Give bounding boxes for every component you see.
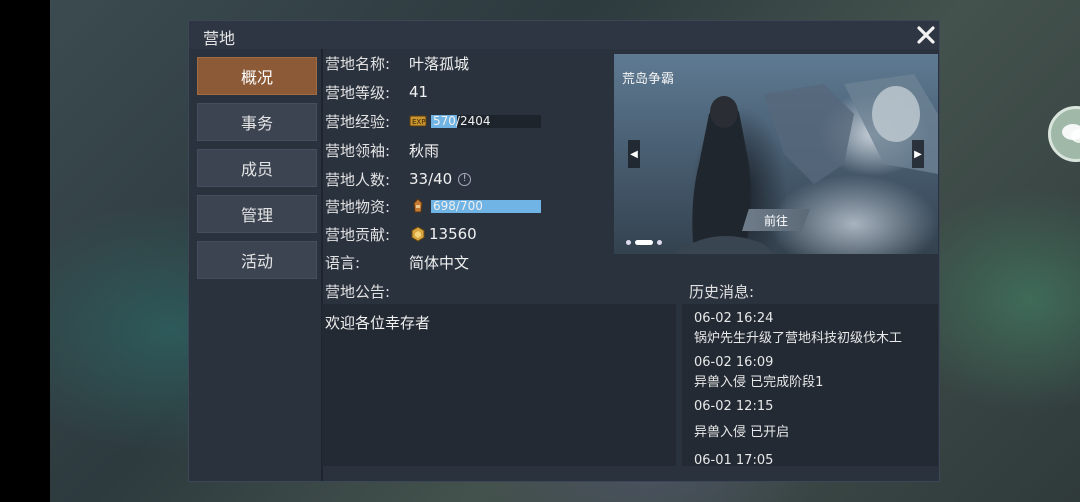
history-list[interactable]: 06-02 16:24 锅炉先生升级了营地科技初级伐木工 06-02 16:09… <box>682 304 938 466</box>
info-label: 语言: <box>325 253 361 272</box>
contribution-icon <box>409 226 427 242</box>
supplies-icon <box>409 198 427 214</box>
exp-icon: EXP <box>409 113 427 129</box>
go-button[interactable]: 前往 <box>742 209 810 231</box>
announcement-text: 欢迎各位幸存者 <box>325 314 431 332</box>
info-row-level: 营地等级: 41 <box>325 80 428 104</box>
supplies-bar: 698/700 <box>431 198 541 213</box>
page-dot[interactable] <box>657 240 662 245</box>
info-icon[interactable]: ! <box>458 172 472 186</box>
go-label: 前往 <box>763 213 788 228</box>
exp-value: EXP 570/2404 <box>409 113 541 129</box>
info-row-members: 营地人数: 33/40 ! <box>325 167 472 191</box>
banner-title: 荒岛争霸 <box>622 72 675 87</box>
svg-text:EXP: EXP <box>412 118 425 126</box>
title-bar: 营地 <box>189 21 939 49</box>
tab-label: 概况 <box>240 68 273 87</box>
dialog-title: 营地 <box>203 29 236 48</box>
contribution-value: 13560 <box>409 225 477 243</box>
supplies-text: 698/700 <box>433 198 483 213</box>
announcement-box: 欢迎各位幸存者 <box>322 304 676 466</box>
info-label: 营地名称: <box>325 54 391 73</box>
tab-management[interactable]: 管理 <box>197 195 317 233</box>
history-time: 06-02 12:15 <box>694 399 774 414</box>
tab-label: 管理 <box>240 206 273 225</box>
history-text: 异兽入侵 已开启 <box>694 425 790 440</box>
tab-overview[interactable]: 概况 <box>197 57 317 95</box>
info-label: 营地物资: <box>325 197 391 216</box>
member-count: 33/40 <box>409 170 453 188</box>
page-dot-active[interactable] <box>635 240 653 245</box>
camp-name: 叶落孤城 <box>409 54 470 73</box>
info-row-name: 营地名称: 叶落孤城 <box>325 51 469 75</box>
info-label: 营地领袖: <box>325 141 391 160</box>
info-label: 营地经验: <box>325 112 391 131</box>
info-row-language: 语言: 简体中文 <box>325 250 469 274</box>
info-row-supplies: 营地物资: 698/700 <box>325 194 541 218</box>
info-label: 营地人数: <box>325 170 391 189</box>
info-label: 营地等级: <box>325 83 391 102</box>
camp-level: 41 <box>409 83 429 101</box>
history-time: 06-02 16:24 <box>694 311 774 326</box>
exp-text: 570/2404 <box>433 113 491 128</box>
info-row-contribution: 营地贡献: 13560 <box>325 222 477 246</box>
banner-pagination <box>626 240 662 245</box>
history-text: 锅炉先生升级了营地科技初级伐木工 <box>694 331 903 346</box>
history-time: 06-02 16:09 <box>694 355 774 370</box>
camp-dialog: 营地 概况 事务 成员 管理 活动 营地名称: 叶落孤城 营地等级: 41 营地… <box>188 20 940 482</box>
exp-bar: 570/2404 <box>431 113 541 128</box>
close-icon <box>917 26 935 44</box>
chevron-left-icon: ◀ <box>630 148 638 160</box>
chevron-right-icon: ▶ <box>914 148 922 160</box>
tab-affairs[interactable]: 事务 <box>197 103 317 141</box>
info-label: 营地贡献: <box>325 225 391 244</box>
supplies-value: 698/700 <box>409 198 541 214</box>
info-row-exp: 营地经验: EXP 570/2404 <box>325 109 541 133</box>
history-text: 异兽入侵 已完成阶段1 <box>694 375 824 390</box>
tab-label: 成员 <box>240 160 273 179</box>
history-time: 06-01 17:05 <box>694 453 774 466</box>
camp-leader: 秋雨 <box>409 141 440 160</box>
banner-next-button[interactable]: ▶ <box>912 140 924 168</box>
announcement-label: 营地公告: <box>325 283 391 301</box>
banner-prev-button[interactable]: ◀ <box>628 140 640 168</box>
info-row-leader: 营地领袖: 秋雨 <box>325 138 439 162</box>
members-value: 33/40 ! <box>409 170 472 188</box>
contribution-amount: 13560 <box>429 225 477 243</box>
chat-icon <box>1062 124 1080 143</box>
event-banner[interactable]: 荒岛争霸 ◀ ▶ 前往 <box>614 54 938 254</box>
tab-members[interactable]: 成员 <box>197 149 317 187</box>
tab-activities[interactable]: 活动 <box>197 241 317 279</box>
sidebar: 概况 事务 成员 管理 活动 <box>197 57 317 287</box>
camp-language: 简体中文 <box>409 253 470 272</box>
tab-label: 事务 <box>240 114 273 133</box>
page-dot[interactable] <box>626 240 631 245</box>
close-button[interactable] <box>915 24 937 46</box>
screen-edge <box>0 0 50 502</box>
history-label: 历史消息: <box>689 283 755 301</box>
tab-label: 活动 <box>240 252 273 271</box>
